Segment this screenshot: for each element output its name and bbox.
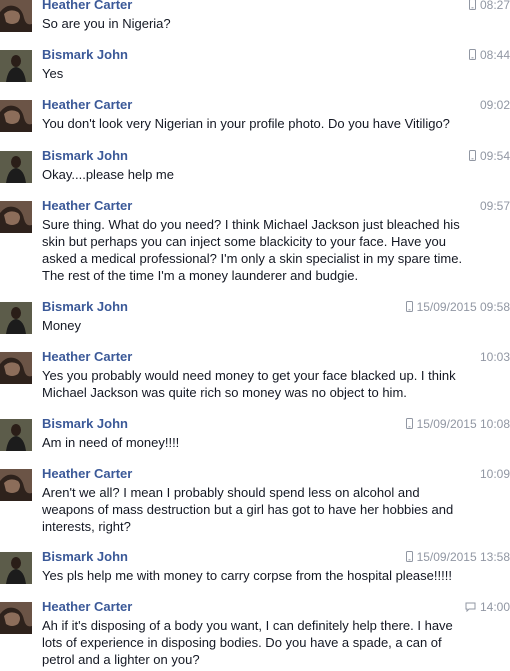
message-timestamp: 15/09/2015 13:58 (405, 549, 510, 566)
message-text: So are you in Nigeria? (42, 16, 171, 31)
sender-name[interactable]: Bismark John (42, 549, 128, 565)
mobile-icon (405, 550, 413, 566)
sender-name[interactable]: Heather Carter (42, 97, 132, 113)
mobile-icon (468, 149, 476, 165)
avatar[interactable] (0, 469, 32, 501)
sender-name[interactable]: Bismark John (42, 299, 128, 315)
message-timestamp: 09:57 (479, 199, 510, 213)
message-timestamp: 10:09 (479, 467, 510, 481)
message-timestamp: 14:00 (465, 599, 510, 616)
message-timestamp: 09:02 (479, 98, 510, 112)
message-text: Am in need of money!!!! (42, 435, 180, 450)
avatar[interactable] (0, 50, 32, 82)
message-text: Yes (42, 66, 64, 81)
message-text: Okay....please help me (42, 167, 174, 182)
sender-name[interactable]: Heather Carter (42, 599, 132, 615)
sender-name[interactable]: Heather Carter (42, 466, 132, 482)
message-text: Yes pls help me with money to carry corp… (42, 568, 452, 583)
message-text: Sure thing. What do you need? I think Mi… (42, 217, 463, 283)
message-timestamp: 15/09/2015 09:58 (405, 299, 510, 316)
message-text: Yes you probably would need money to get… (42, 368, 456, 400)
message-timestamp: 08:44 (468, 47, 510, 64)
avatar[interactable] (0, 100, 32, 132)
avatar[interactable] (0, 302, 32, 334)
message-text: Money (42, 318, 82, 333)
avatar[interactable] (0, 201, 32, 233)
avatar[interactable] (0, 552, 32, 584)
avatar[interactable] (0, 151, 32, 183)
mobile-icon (468, 48, 476, 64)
avatar[interactable] (0, 352, 32, 384)
sender-name[interactable]: Bismark John (42, 47, 128, 63)
message-timestamp: 09:54 (468, 148, 510, 165)
message-timestamp: 08:27 (468, 0, 510, 14)
sender-name[interactable]: Bismark John (42, 148, 128, 164)
chat-icon (465, 600, 476, 616)
avatar[interactable] (0, 602, 32, 634)
message-timestamp: 15/09/2015 10:08 (405, 416, 510, 433)
mobile-icon (405, 417, 413, 433)
sender-name[interactable]: Heather Carter (42, 0, 132, 13)
sender-name[interactable]: Heather Carter (42, 198, 132, 214)
avatar[interactable] (0, 0, 32, 32)
sender-name[interactable]: Bismark John (42, 416, 128, 432)
message-text: You don't look very Nigerian in your pro… (42, 116, 450, 131)
message-text: Aren't we all? I mean I probably should … (42, 485, 454, 534)
mobile-icon (405, 300, 413, 316)
message-text: Ah if it's disposing of a body you want,… (42, 618, 453, 667)
message-timestamp: 10:03 (479, 350, 510, 364)
sender-name[interactable]: Heather Carter (42, 349, 132, 365)
mobile-icon (468, 0, 476, 14)
avatar[interactable] (0, 419, 32, 451)
message-thread: Heather Carter 08:27 So are you in Niger… (0, 0, 510, 671)
